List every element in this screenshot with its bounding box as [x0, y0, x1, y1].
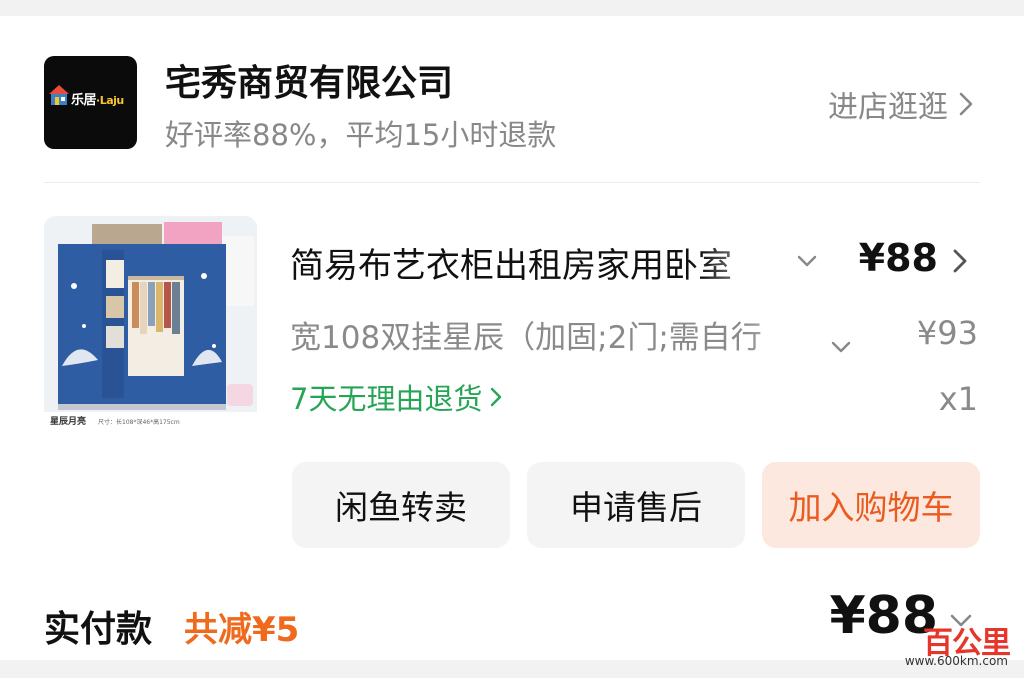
product-spec[interactable]: 宽108双挂星辰（加固;2门;需自行: [290, 312, 820, 357]
image-caption-name: 星辰月亮: [50, 415, 86, 427]
enter-shop-label: 进店逛逛: [828, 90, 948, 125]
image-caption-size: 尺寸：长108*深46*高175cm: [98, 418, 180, 426]
shop-name[interactable]: 宅秀商贸有限公司: [165, 54, 453, 106]
product-price: ¥88: [858, 236, 938, 280]
paid-label: 实付款: [44, 609, 153, 650]
quantity: x1: [938, 380, 978, 418]
after-sale-button[interactable]: 申请售后: [527, 462, 745, 548]
watermark: 百公里 www.600km.com: [886, 618, 1016, 674]
order-card: 乐居·Laju 宅秀商贸有限公司 好评率88%，平均15小时退款 进店逛逛 星辰…: [0, 16, 1024, 660]
chevron-down-icon[interactable]: [796, 250, 818, 272]
product-title[interactable]: 简易布艺衣柜出租房家用卧室: [290, 238, 790, 287]
product-image[interactable]: 星辰月亮 尺寸：长108*深46*高175cm: [44, 216, 257, 429]
add-to-cart-button[interactable]: 加入购物车: [762, 462, 980, 548]
original-price: ¥93: [916, 314, 978, 352]
logo-text: 乐居·Laju: [71, 93, 124, 108]
chevron-right-icon: [491, 387, 502, 407]
divider: [44, 182, 980, 183]
house-icon: [49, 85, 69, 105]
xianyu-resell-button[interactable]: 闲鱼转卖: [292, 462, 510, 548]
shop-rating: 好评率88%，平均15小时退款: [165, 118, 557, 152]
chevron-right-icon[interactable]: [948, 248, 972, 274]
enter-shop-link[interactable]: 进店逛逛: [828, 82, 974, 126]
chevron-down-icon[interactable]: [830, 336, 852, 358]
shop-logo[interactable]: 乐居·Laju: [44, 56, 137, 149]
wardrobe-illustration: 星辰月亮 尺寸：长108*深46*高175cm: [44, 216, 257, 429]
watermark-url: www.600km.com: [904, 654, 1008, 668]
chevron-right-icon: [959, 92, 973, 116]
discount-text: 共减¥5: [184, 610, 300, 650]
return-policy-label: 7天无理由退货: [290, 382, 483, 416]
return-policy-link[interactable]: 7天无理由退货: [290, 376, 502, 418]
